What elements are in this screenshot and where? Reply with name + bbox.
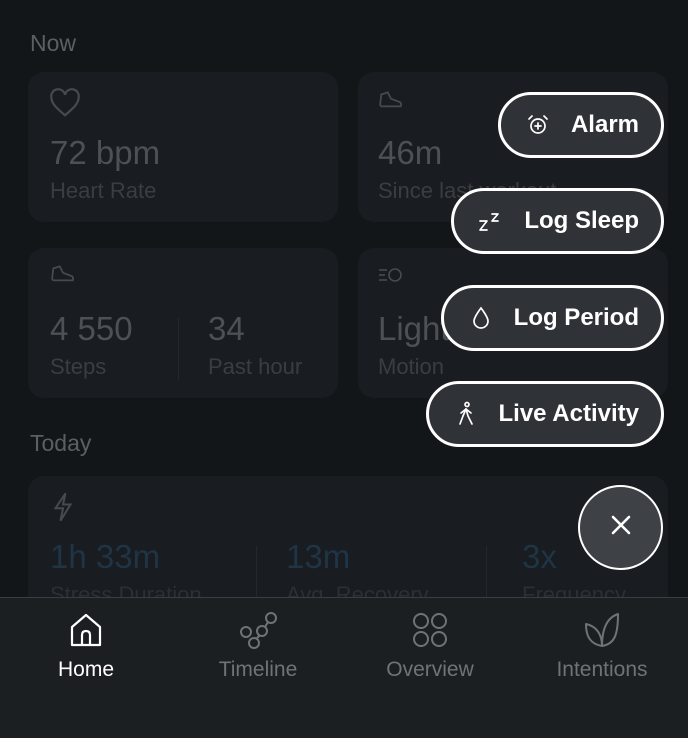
steps-value: 4 550: [50, 310, 133, 347]
shoe-icon: [50, 264, 76, 291]
droplet-icon: [468, 305, 494, 331]
frequency-value: 3x: [522, 538, 557, 575]
motion-value: Light: [378, 310, 450, 347]
heart-rate-card[interactable]: 72 bpm Heart Rate: [28, 72, 338, 222]
grid-icon: [410, 610, 450, 650]
shoe-icon: [378, 90, 404, 117]
divider: [178, 318, 179, 380]
log-sleep-label: Log Sleep: [524, 207, 639, 234]
alarm-label: Alarm: [570, 111, 639, 138]
log-period-label: Log Period: [513, 304, 639, 331]
tab-timeline-label: Timeline: [218, 658, 298, 681]
tab-overview[interactable]: Overview: [344, 598, 516, 698]
alarm-button[interactable]: Alarm: [497, 92, 664, 158]
tab-intentions-label: Intentions: [556, 658, 648, 681]
leaf-icon: [582, 610, 622, 650]
motion-icon: [378, 266, 404, 289]
motion-label: Motion: [378, 354, 445, 379]
tab-home-label: Home: [57, 658, 115, 681]
home-icon: [66, 610, 106, 650]
close-icon: [610, 514, 632, 541]
live-activity-label: Live Activity: [498, 400, 640, 427]
tab-overview-label: Overview: [386, 658, 474, 681]
log-sleep-button[interactable]: Log Sleep: [451, 188, 664, 254]
past-hour-value: 34: [208, 310, 245, 347]
timeline-icon: [238, 610, 278, 650]
tab-intentions[interactable]: Intentions: [516, 598, 688, 698]
last-activity-value: 46m: [378, 134, 443, 171]
alarm-clock-icon: [525, 112, 551, 138]
close-fab-button[interactable]: [578, 485, 663, 570]
past-hour-label: Past hour: [208, 354, 303, 379]
home-screen: Now 72 bpm Heart Rate 46m Since last wor…: [0, 0, 688, 738]
walking-icon: [453, 401, 479, 427]
log-period-button[interactable]: Log Period: [440, 285, 664, 351]
live-activity-button[interactable]: Live Activity: [425, 381, 664, 447]
today-section-title: Today: [30, 430, 92, 456]
tab-timeline[interactable]: Timeline: [172, 598, 344, 698]
zzz-icon: [478, 208, 504, 234]
heart-rate-label: Heart Rate: [50, 178, 157, 203]
now-section-title: Now: [30, 30, 77, 56]
stress-duration-value: 1h 33m: [50, 538, 161, 575]
heart-rate-value: 72 bpm: [50, 134, 161, 171]
avg-recovery-value: 13m: [286, 538, 351, 575]
lightning-icon: [52, 492, 74, 527]
tab-home[interactable]: Home: [0, 598, 172, 698]
bottom-tab-bar: Home Timeline Overview Intentions: [0, 597, 688, 738]
steps-card[interactable]: 4 550 Steps 34 Past hour: [28, 248, 338, 398]
heart-icon: [48, 88, 82, 123]
steps-label: Steps: [50, 354, 107, 379]
